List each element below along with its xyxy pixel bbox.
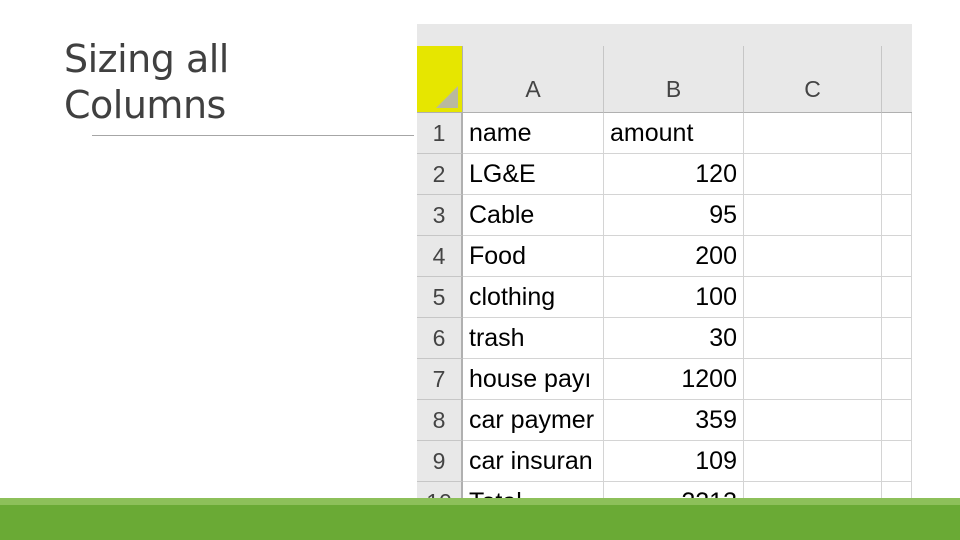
table-row: 2 LG&E 120 <box>417 154 912 195</box>
cell-d9[interactable] <box>882 441 912 482</box>
column-header-a[interactable]: A <box>463 46 604 113</box>
row-header[interactable]: 6 <box>417 318 463 359</box>
row-header[interactable]: 8 <box>417 400 463 441</box>
cell-d2[interactable] <box>882 154 912 195</box>
row-header[interactable]: 5 <box>417 277 463 318</box>
row-header[interactable]: 9 <box>417 441 463 482</box>
cell-c2[interactable] <box>744 154 882 195</box>
column-header-d-partial[interactable] <box>882 46 912 113</box>
slide-title: Sizing all Columns <box>64 36 229 128</box>
cell-d1[interactable] <box>882 113 912 154</box>
cell-d6[interactable] <box>882 318 912 359</box>
cell-d3[interactable] <box>882 195 912 236</box>
table-row: 5 clothing 100 <box>417 277 912 318</box>
cell-a3[interactable]: Cable <box>463 195 604 236</box>
cell-b2[interactable]: 120 <box>604 154 744 195</box>
cell-c8[interactable] <box>744 400 882 441</box>
cell-a2[interactable]: LG&E <box>463 154 604 195</box>
title-underline <box>92 135 414 136</box>
cell-c5[interactable] <box>744 277 882 318</box>
select-all-button[interactable] <box>417 46 463 113</box>
row-header[interactable]: 7 <box>417 359 463 400</box>
cell-a8[interactable]: car paymer <box>463 400 604 441</box>
table-row: 4 Food 200 <box>417 236 912 277</box>
cell-a1[interactable]: name <box>463 113 604 154</box>
cell-a7[interactable]: house payı <box>463 359 604 400</box>
row-header[interactable]: 4 <box>417 236 463 277</box>
cell-c9[interactable] <box>744 441 882 482</box>
slide-title-line-2: Columns <box>64 83 226 127</box>
cell-b3[interactable]: 95 <box>604 195 744 236</box>
footer-accent-highlight <box>0 498 960 505</box>
cell-c6[interactable] <box>744 318 882 359</box>
select-all-triangle-icon <box>436 86 458 108</box>
cell-b6[interactable]: 30 <box>604 318 744 359</box>
table-row: 9 car insuran 109 <box>417 441 912 482</box>
table-row: 8 car paymer 359 <box>417 400 912 441</box>
row-header[interactable]: 3 <box>417 195 463 236</box>
cell-a9[interactable]: car insuran <box>463 441 604 482</box>
cell-d4[interactable] <box>882 236 912 277</box>
cell-c3[interactable] <box>744 195 882 236</box>
column-header-c[interactable]: C <box>744 46 882 113</box>
cell-d5[interactable] <box>882 277 912 318</box>
cell-d7[interactable] <box>882 359 912 400</box>
row-header[interactable]: 1 <box>417 113 463 154</box>
slide-title-line-1: Sizing all <box>64 37 229 81</box>
formula-bar-strip <box>417 24 912 46</box>
cell-b4[interactable]: 200 <box>604 236 744 277</box>
cell-a5[interactable]: clothing <box>463 277 604 318</box>
cell-c7[interactable] <box>744 359 882 400</box>
cell-c4[interactable] <box>744 236 882 277</box>
table-row: 7 house payı 1200 <box>417 359 912 400</box>
cell-b5[interactable]: 100 <box>604 277 744 318</box>
table-row: 3 Cable 95 <box>417 195 912 236</box>
cell-a6[interactable]: trash <box>463 318 604 359</box>
cell-c1[interactable] <box>744 113 882 154</box>
spreadsheet-screenshot: A B C 1 name amount 2 LG&E 120 3 Cable 9… <box>417 24 912 502</box>
row-header[interactable]: 2 <box>417 154 463 195</box>
column-header-b[interactable]: B <box>604 46 744 113</box>
table-row: 6 trash 30 <box>417 318 912 359</box>
cell-b9[interactable]: 109 <box>604 441 744 482</box>
cell-b7[interactable]: 1200 <box>604 359 744 400</box>
table-row: 1 name amount <box>417 113 912 154</box>
cell-a4[interactable]: Food <box>463 236 604 277</box>
cell-d8[interactable] <box>882 400 912 441</box>
cell-b1[interactable]: amount <box>604 113 744 154</box>
cell-b8[interactable]: 359 <box>604 400 744 441</box>
